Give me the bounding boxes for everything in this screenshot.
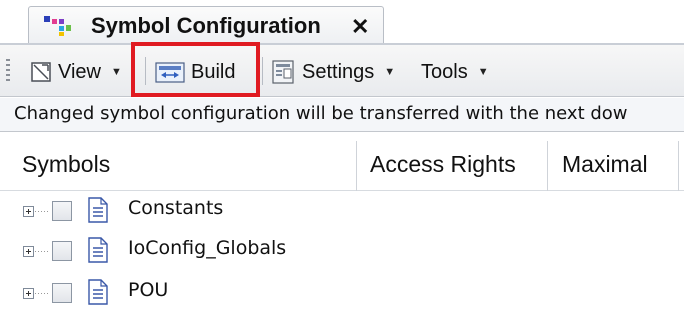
tree-connector xyxy=(35,211,49,212)
tab-symbol-configuration[interactable]: Symbol Configuration ✕ xyxy=(28,6,384,44)
build-highlight-box xyxy=(131,42,260,97)
toolbar-grip[interactable] xyxy=(6,59,10,81)
document-icon xyxy=(88,279,108,305)
tree-item-label: POU xyxy=(128,279,169,301)
document-icon xyxy=(88,237,108,263)
expand-icon[interactable] xyxy=(23,246,34,257)
symbol-config-icon xyxy=(44,16,71,36)
tree-item-label: Constants xyxy=(128,197,224,219)
checkbox[interactable] xyxy=(52,241,72,261)
column-divider[interactable] xyxy=(356,141,357,191)
expand-icon[interactable] xyxy=(23,288,34,299)
tab-strip: Symbol Configuration ✕ xyxy=(0,0,684,45)
tree-item-label: IoConfig_Globals xyxy=(128,237,287,259)
column-divider[interactable] xyxy=(547,141,548,191)
tree-connector xyxy=(35,293,49,294)
chevron-down-icon: ▼ xyxy=(384,66,396,78)
column-header-access-rights[interactable]: Access Rights xyxy=(370,151,516,178)
close-icon[interactable]: ✕ xyxy=(351,14,369,40)
tree-row-ioconfig-globals[interactable]: IoConfig_Globals xyxy=(0,233,684,273)
toolbar-separator xyxy=(262,57,263,85)
column-header-maximal[interactable]: Maximal xyxy=(562,151,648,178)
column-divider[interactable] xyxy=(678,141,679,191)
expand-icon[interactable] xyxy=(23,206,34,217)
tab-title: Symbol Configuration xyxy=(91,13,321,38)
view-label: View xyxy=(58,60,101,83)
info-message: Changed symbol configuration will be tra… xyxy=(14,103,628,124)
view-icon xyxy=(31,62,51,82)
info-bar: Changed symbol configuration will be tra… xyxy=(0,98,684,132)
toolbar: View ▼ Build Settings ▼ Tools ▼ xyxy=(0,45,684,97)
document-icon xyxy=(88,197,108,223)
settings-icon xyxy=(272,60,294,84)
tree-connector xyxy=(35,251,49,252)
checkbox[interactable] xyxy=(52,201,72,221)
tools-button[interactable]: Tools ▼ xyxy=(421,59,489,85)
chevron-down-icon: ▼ xyxy=(111,66,122,78)
tools-label: Tools xyxy=(421,60,468,83)
chevron-down-icon: ▼ xyxy=(477,66,489,78)
settings-label: Settings xyxy=(302,60,375,83)
settings-button[interactable]: Settings ▼ xyxy=(270,59,395,85)
tree-row-constants[interactable]: Constants xyxy=(0,193,684,233)
view-button[interactable]: View ▼ xyxy=(30,59,122,85)
column-header-symbols[interactable]: Symbols xyxy=(22,151,110,178)
grid-header: Symbols Access Rights Maximal xyxy=(0,141,684,191)
tree-row-pou[interactable]: POU xyxy=(0,275,684,315)
checkbox[interactable] xyxy=(52,283,72,303)
